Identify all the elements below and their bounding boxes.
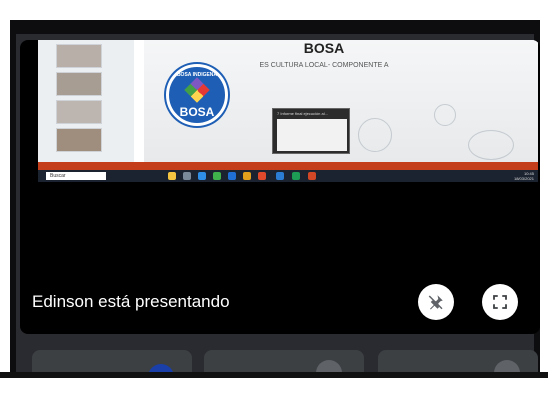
slide-thumbnail — [56, 72, 102, 96]
taskbar-app-icon[interactable] — [183, 172, 191, 180]
ppt-status-bar — [38, 162, 538, 170]
slide-title: BOSA — [303, 40, 345, 56]
clock-date: 18/03/2021 — [513, 176, 534, 181]
taskbar-app-icon[interactable] — [308, 172, 316, 180]
slide-thumbnails — [38, 40, 134, 162]
fullscreen-icon — [493, 295, 507, 309]
taskbar-app-icon[interactable] — [243, 172, 251, 180]
taskbar-clock: 10:45 18/03/2021 — [494, 171, 534, 181]
slide-thumbnail — [56, 44, 102, 68]
presentation-area: BOSA ES CULTURA LOCAL- COMPONENTE A BOSA… — [20, 40, 540, 334]
slide-thumbnail — [56, 100, 102, 124]
screen: BOSA ES CULTURA LOCAL- COMPONENTE A BOSA… — [0, 0, 548, 402]
popup-preview — [277, 119, 347, 151]
taskbar-app-icon[interactable] — [276, 172, 284, 180]
taskbar-preview-popup[interactable]: 7 Informe final ejecución al... — [272, 108, 350, 154]
presenter-label: Edinson está presentando — [32, 292, 230, 311]
taskbar-app-icon[interactable] — [258, 172, 266, 180]
slide-thumbnail — [56, 128, 102, 152]
popup-label: 7 Informe final ejecución al... — [277, 111, 328, 116]
logo-bottom-text: BOSA — [179, 105, 215, 119]
water-drop — [468, 130, 514, 160]
taskbar-search[interactable]: Buscar — [46, 172, 106, 180]
water-drop — [358, 118, 392, 152]
wiphala-icon — [184, 77, 210, 103]
slide-subtitle: ES CULTURA LOCAL- COMPONENTE A — [259, 62, 389, 69]
taskbar-app-icon[interactable] — [198, 172, 206, 180]
windows-taskbar: Buscar 10:45 18/03/2021 — [38, 170, 538, 182]
bosa-logo: BOSA INDIGENA BOSA — [166, 64, 228, 126]
shared-screen: BOSA ES CULTURA LOCAL- COMPONENTE A BOSA… — [38, 40, 538, 182]
water-drop — [434, 104, 456, 126]
pin-off-icon — [428, 295, 443, 310]
taskbar-app-icon[interactable] — [292, 172, 300, 180]
taskbar-app-icon[interactable] — [213, 172, 221, 180]
bottom-margin — [0, 378, 548, 402]
taskbar-app-icon[interactable] — [168, 172, 176, 180]
taskbar-app-icon[interactable] — [228, 172, 236, 180]
unpin-button[interactable] — [418, 284, 454, 320]
fullscreen-button[interactable] — [482, 284, 518, 320]
